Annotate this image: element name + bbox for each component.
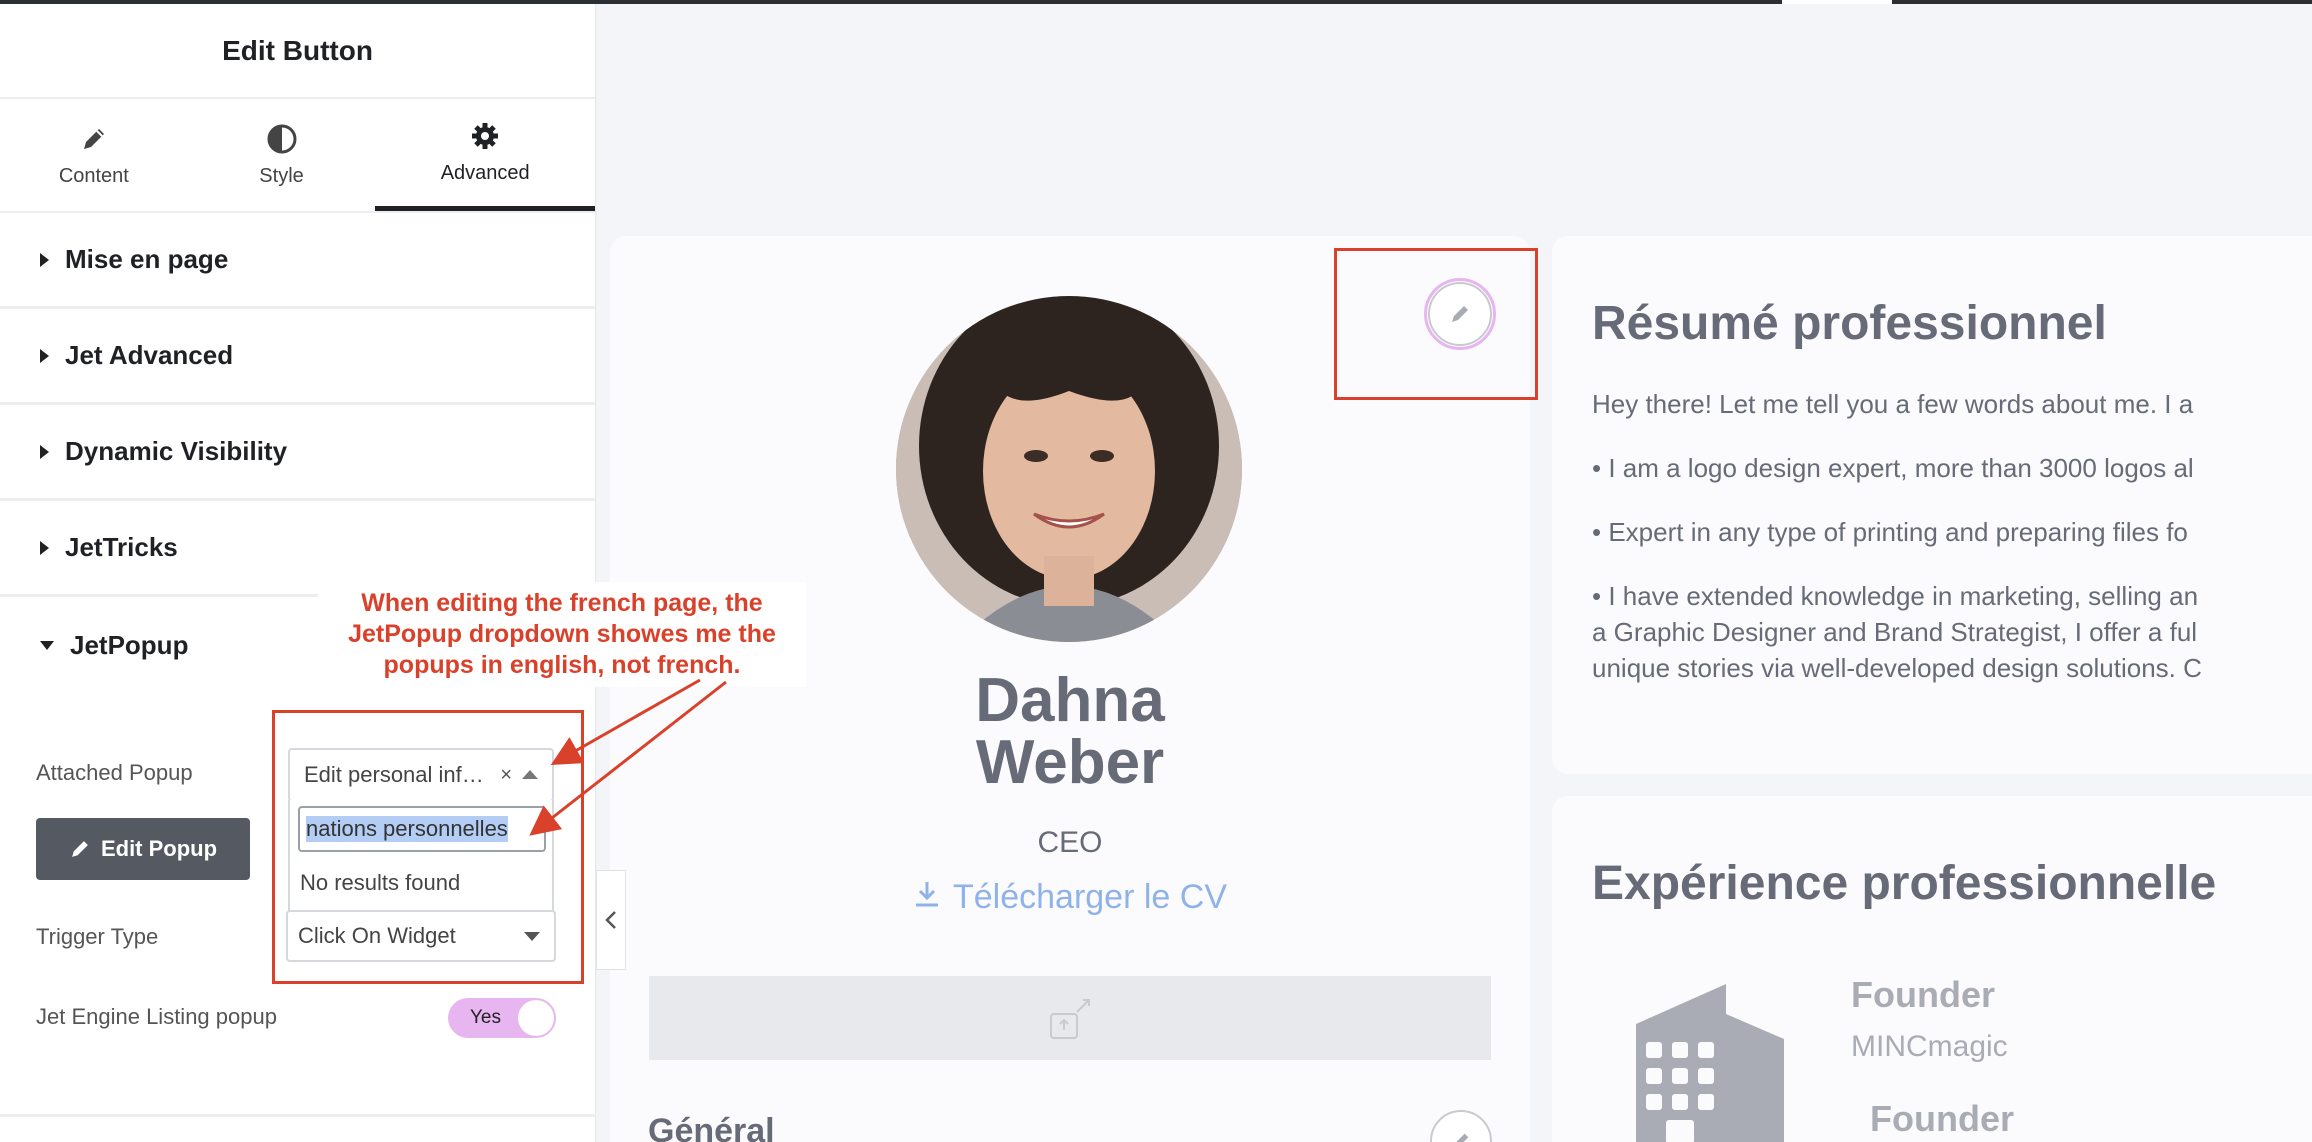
annotation-arrows [529, 678, 727, 836]
